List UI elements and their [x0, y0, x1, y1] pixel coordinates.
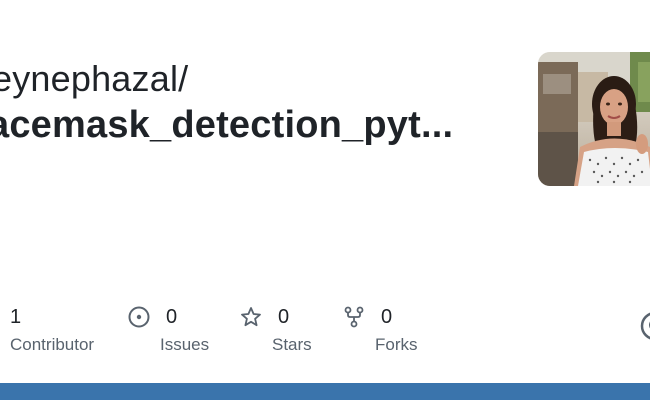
fork-icon [343, 306, 365, 328]
bottom-accent-bar [0, 383, 650, 400]
issues-count: 0 [166, 305, 178, 328]
forks-count: 0 [381, 305, 393, 328]
avatar [538, 52, 650, 186]
contributors-label: Contributor [10, 335, 95, 354]
repo-owner[interactable]: eynephazal/ [0, 58, 188, 100]
issue-circle-icon [128, 306, 150, 328]
stat-forks[interactable]: 0 Forks [343, 303, 418, 355]
stat-issues[interactable]: 0 Issues [128, 303, 209, 355]
github-logo-icon[interactable] [640, 311, 650, 341]
stat-stars[interactable]: 0 Stars [240, 303, 312, 355]
repo-name[interactable]: acemask_detection_pyt... [0, 104, 472, 147]
stars-count: 0 [278, 305, 290, 328]
stat-contributors[interactable]: 1 Contributor [10, 303, 94, 355]
stars-label: Stars [272, 335, 312, 354]
star-icon [240, 306, 262, 328]
contributors-count: 1 [10, 305, 22, 328]
forks-label: Forks [375, 335, 418, 354]
issues-label: Issues [160, 335, 210, 354]
